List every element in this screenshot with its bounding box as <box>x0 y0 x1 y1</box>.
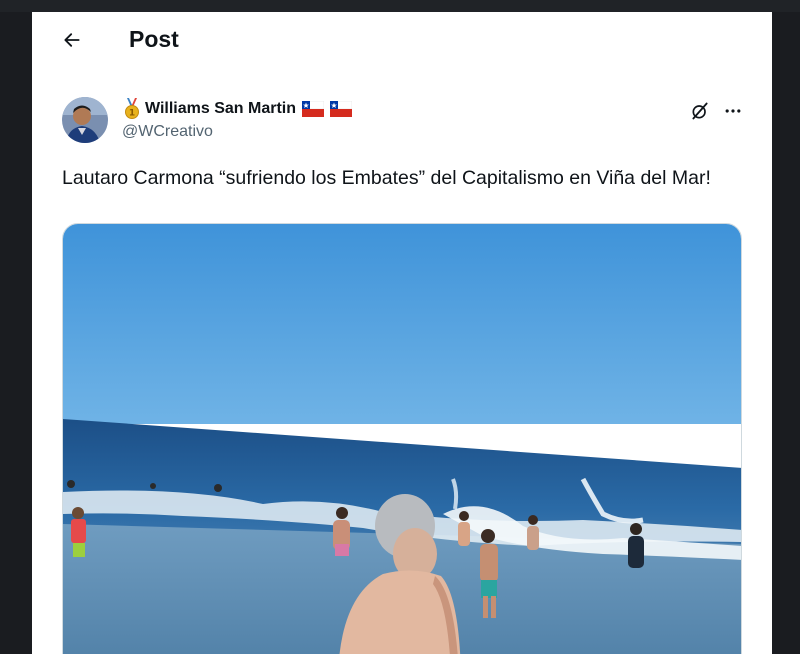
author-handle[interactable]: @WCreativo <box>122 122 213 142</box>
grok-icon <box>692 102 708 120</box>
tweet-text: Lautaro Carmona “sufriendo los Embates” … <box>62 167 711 189</box>
left-gutter <box>0 12 32 654</box>
post-page: Post 1 Williams San Martin @WCreativo La… <box>32 12 772 654</box>
page-title: Post <box>129 26 179 52</box>
chile-flag-icon <box>302 101 324 117</box>
grok-button[interactable] <box>687 98 713 124</box>
post: 1 Williams San Martin @WCreativo Lautaro… <box>32 68 772 654</box>
avatar[interactable] <box>62 97 108 143</box>
svg-text:1: 1 <box>129 109 135 119</box>
author-name-line[interactable]: 1 Williams San Martin <box>122 98 352 120</box>
more-button[interactable] <box>720 98 746 124</box>
window-top-bar <box>0 0 800 12</box>
right-gutter <box>772 12 800 654</box>
back-button[interactable] <box>54 24 90 56</box>
tweet-photo[interactable] <box>62 223 742 654</box>
medal-icon: 1 <box>125 98 139 119</box>
chile-flag-icon <box>330 101 352 117</box>
arrow-left-icon <box>64 33 80 47</box>
page-header: Post <box>32 12 772 68</box>
more-horizontal-icon <box>725 109 741 113</box>
author-name: Williams San Martin <box>145 100 296 117</box>
